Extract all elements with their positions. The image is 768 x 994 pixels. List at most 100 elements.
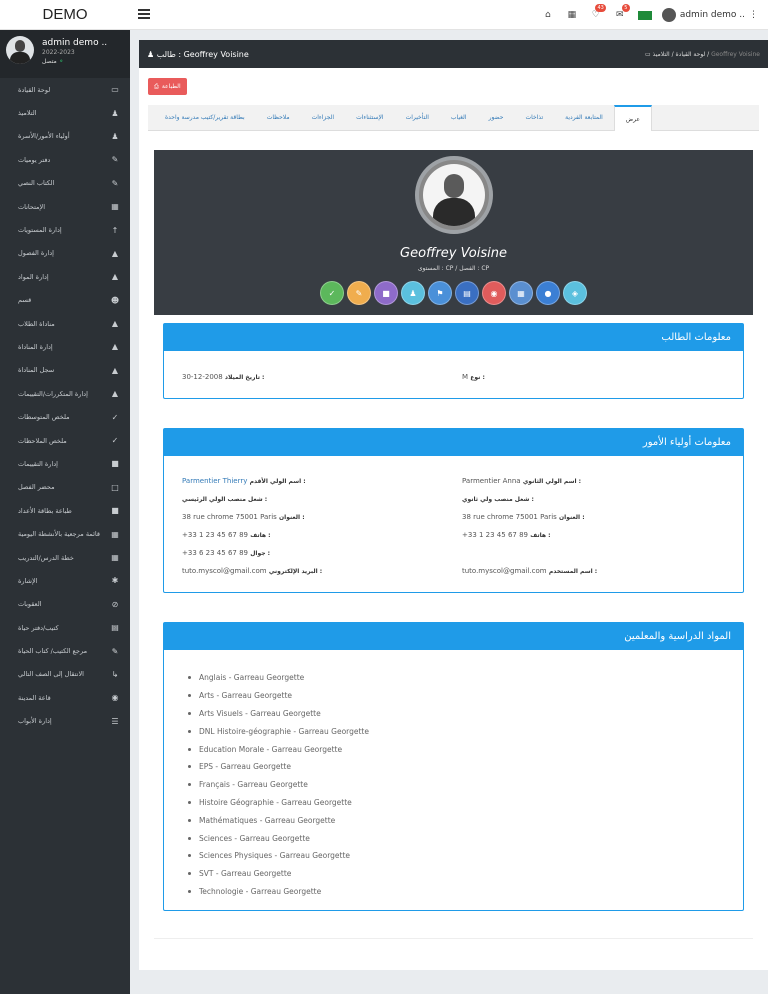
sidebar-item[interactable]: ▭ لوحة القيادة: [0, 78, 130, 101]
eye-icon[interactable]: ◉: [482, 281, 506, 305]
chevron-left-icon: ›: [113, 647, 116, 656]
file-icon[interactable]: ■: [374, 281, 398, 305]
tab[interactable]: ملاحظات: [256, 114, 301, 121]
brand-logo[interactable]: DEMO: [0, 0, 130, 30]
avatar: [6, 36, 34, 64]
sidebar-item-label: قائمة مرجعية بالأنشطة اليومية: [18, 530, 100, 539]
sidebar-item[interactable]: ☻ قسم: [0, 289, 130, 312]
sidebar-item[interactable]: ▦ خطة الدرس/التدريب: [0, 546, 130, 569]
document-icon[interactable]: ▤: [455, 281, 479, 305]
sidebar-item[interactable]: ↳ الانتقال إلى الصف التالي: [0, 663, 130, 686]
sidebar-item[interactable]: ☰ إدارة الأبواب: [0, 710, 130, 733]
laptop-icon: ▭: [111, 85, 119, 95]
tab[interactable]: التأخيرات: [395, 114, 440, 121]
user-icon[interactable]: ♟: [401, 281, 425, 305]
sidebar-item[interactable]: ✓ ملخص الملاحظات: [0, 429, 130, 452]
list-item: Technologie - Garreau Georgette: [188, 883, 369, 901]
tab[interactable]: بطاقة تقرير/كتيب مدرسة واحدة: [154, 114, 256, 121]
sidebar-item[interactable]: ▲ سجل المناداة: [0, 359, 130, 382]
sitemap-icon: ▲: [111, 272, 119, 282]
building-icon: ▲: [111, 365, 119, 375]
sidebar-item-label: الإمتحانات: [18, 202, 46, 211]
list-item: Histoire Géographie - Garreau Georgette: [188, 794, 369, 812]
breadcrumb-home[interactable]: لوحة القيادة: [676, 51, 706, 58]
sidebar-item[interactable]: ✎ دفتر يوميات: [0, 148, 130, 171]
sidebar-item-label: إدارة المواد: [18, 272, 49, 281]
sidebar-item[interactable]: ▲ إدارة المواد: [0, 265, 130, 288]
mail-icon[interactable]: ✉ 5: [608, 0, 632, 30]
tab[interactable]: المتابعة الفردية: [554, 114, 614, 121]
tab[interactable]: الإستثناءات: [345, 114, 395, 121]
list-item: Français - Garreau Georgette: [188, 776, 369, 794]
sidebar-item[interactable]: ♟ التلاميذ: [0, 101, 130, 124]
student-class: المستوى : CP / الفصل : CP: [417, 265, 490, 272]
table-icon: ▦: [111, 202, 119, 212]
check-icon[interactable]: ✓: [320, 281, 344, 305]
sidebar-item[interactable]: ▦ الإمتحانات: [0, 195, 130, 218]
file-icon: ■: [111, 459, 119, 469]
sidebar-item[interactable]: ■ طباعة بطاقة الأعداد: [0, 499, 130, 522]
sidebar-item[interactable]: ⊘ العقوبات: [0, 593, 130, 616]
sidebar-item[interactable]: ↑ إدارة المستويات: [0, 218, 130, 241]
flag-icon[interactable]: ⚑: [428, 281, 452, 305]
tab[interactable]: تذاخات: [514, 114, 554, 121]
sidebar-item[interactable]: ▦ قائمة مرجعية بالأنشطة اليومية: [0, 522, 130, 545]
sidebar-item[interactable]: ▲ إدارة المتكررات/التقييمات: [0, 382, 130, 405]
sidebar-item[interactable]: □ محضر الفصل: [0, 476, 130, 499]
breadcrumb-students[interactable]: التلاميذ: [653, 51, 670, 58]
parents-info-box: معلومات أولياء الأمور Parmentier Thierry…: [163, 428, 744, 593]
menu-toggle-icon[interactable]: [138, 9, 150, 19]
calendar-icon[interactable]: ▦: [560, 0, 584, 30]
language-flag-icon[interactable]: [637, 10, 652, 20]
list-item: Sciences Physiques - Garreau Georgette: [188, 847, 369, 865]
sidebar-item[interactable]: ✓ ملخص المتوسطات: [0, 405, 130, 428]
tab[interactable]: حضور: [478, 114, 515, 121]
primary-parent-address: 38 rue chrome 75001 Paris العنوان :: [182, 513, 305, 521]
marker-icon: ◉: [111, 693, 119, 703]
sidebar-item-label: مرجع الكتيب/ كتاب الحياة: [18, 647, 88, 656]
home-icon[interactable]: ⌂: [536, 0, 560, 30]
sidebar-item-label: ملخص الملاحظات: [18, 436, 67, 445]
print-button[interactable]: ⎙ الطباعة: [148, 78, 187, 95]
sidebar-item-label: قاعة المدينة: [18, 693, 51, 702]
chevron-left-icon: ›: [113, 623, 116, 632]
page-title: ♟ طالب : Geoffrey Voisine: [147, 49, 249, 59]
sidebar-item[interactable]: ▤ كتيب/دفتر حياة ›: [0, 616, 130, 639]
student-photo: [415, 156, 493, 234]
student-name: Geoffrey Voisine: [400, 246, 507, 261]
sidebar-item-label: محضر الفصل: [18, 483, 55, 492]
sidebar-item-label: ملخص المتوسطات: [18, 413, 70, 422]
tab[interactable]: عرض: [613, 104, 653, 131]
edit-icon[interactable]: ✎: [347, 281, 371, 305]
primary-parent-mobile: +33 6 23 45 67 89 جوال :: [182, 549, 271, 557]
tab[interactable]: الجزاءات: [301, 114, 345, 121]
level-icon: ↑: [111, 225, 119, 235]
tab[interactable]: الغياب: [440, 114, 478, 121]
sidebar-item[interactable]: ♟ أولياء الأمور/الأسرة: [0, 125, 130, 148]
secondary-parent-user: tuto.myscol@gmail.com اسم المستخدم :: [462, 567, 598, 575]
list-item: Arts Visuels - Garreau Georgette: [188, 705, 369, 723]
sidebar-item[interactable]: ▲ إدارة المناداة: [0, 335, 130, 358]
list-item: SVT - Garreau Georgette: [188, 865, 369, 883]
calendar-icon[interactable]: ▦: [509, 281, 533, 305]
sidebar-item[interactable]: ■ إدارة التقييمات: [0, 452, 130, 475]
tag-icon[interactable]: ◈: [563, 281, 587, 305]
sidebar-item[interactable]: ✎ الكتاب النصي: [0, 172, 130, 195]
ban-icon: ⊘: [111, 599, 119, 609]
user-menu[interactable]: admin demo .. ⋮: [658, 8, 768, 22]
bell-icon[interactable]: ♡ 43: [584, 0, 608, 30]
sidebar-item[interactable]: ◉ قاعة المدينة: [0, 686, 130, 709]
sidebar-item[interactable]: ▲ مناداة الطلاب: [0, 312, 130, 335]
sidebar-item[interactable]: ✎ مرجع الكتيب/ كتاب الحياة ›: [0, 639, 130, 662]
school-year: 2022-2023: [42, 49, 75, 56]
comment-icon[interactable]: ●: [536, 281, 560, 305]
divider: [154, 938, 753, 939]
tab-bar: عرض المتابعة الفردية تذاخات حضور الغياب التأخ…: [148, 104, 759, 131]
sidebar-item-label: دفتر يوميات: [18, 155, 51, 164]
sidebar-item[interactable]: ▲ إدارة الفصول: [0, 242, 130, 265]
secondary-parent-phone: +33 1 23 45 67 89 هاتف :: [462, 531, 551, 539]
secondary-parent-address: 38 rue chrome 75001 Paris العنوان :: [462, 513, 585, 521]
list-item: EPS - Garreau Georgette: [188, 758, 369, 776]
primary-parent-name: Parmentier Thierry اسم الولي الأقدم :: [182, 477, 306, 485]
sidebar-item[interactable]: ✱ الإشارة: [0, 569, 130, 592]
